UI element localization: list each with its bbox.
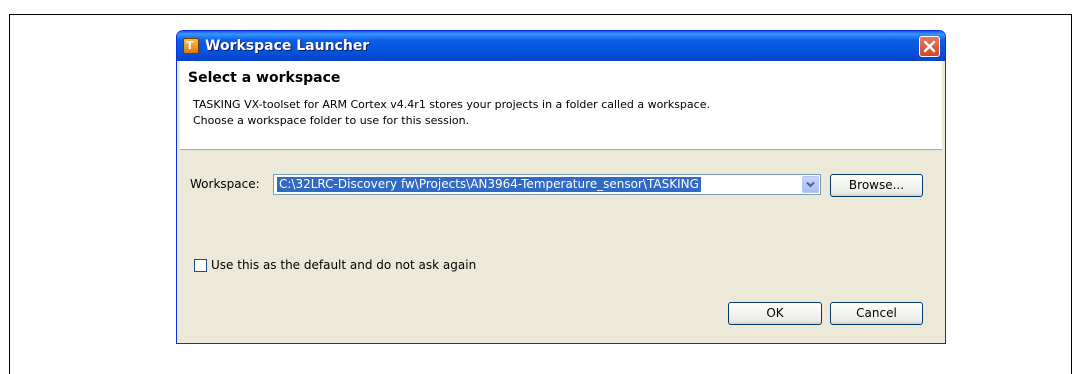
workspace-combobox[interactable]: C:\32LRC-Discovery fw\Projects\AN3964-Te… xyxy=(273,174,821,195)
window-title: Workspace Launcher xyxy=(205,38,370,54)
browse-button[interactable]: Browse... xyxy=(830,174,923,197)
workspace-label: Workspace: xyxy=(190,177,260,191)
workspace-dropdown-button[interactable] xyxy=(802,176,819,193)
header-description-line-1: TASKING VX-toolset for ARM Cortex v4.4r1… xyxy=(193,98,710,111)
title-bar[interactable]: T Workspace Launcher xyxy=(177,31,945,61)
header-description-line-2: Choose a workspace folder to use for thi… xyxy=(193,114,470,127)
document-caption-text xyxy=(0,0,1084,12)
default-checkbox[interactable] xyxy=(194,259,207,272)
workspace-launcher-dialog: T Workspace Launcher Select a workspace … xyxy=(176,30,946,344)
close-icon xyxy=(923,40,936,53)
cancel-button[interactable]: Cancel xyxy=(830,302,923,325)
ok-button[interactable]: OK xyxy=(728,302,822,325)
tasking-app-icon: T xyxy=(183,38,199,54)
document-caption xyxy=(0,0,1084,14)
close-button[interactable] xyxy=(919,36,940,57)
workspace-path-value[interactable]: C:\32LRC-Discovery fw\Projects\AN3964-Te… xyxy=(277,177,701,192)
page-title: Select a workspace xyxy=(188,70,341,86)
header-panel: Select a workspace TASKING VX-toolset fo… xyxy=(180,61,942,150)
chevron-down-icon xyxy=(806,181,815,188)
default-checkbox-label[interactable]: Use this as the default and do not ask a… xyxy=(211,258,476,272)
